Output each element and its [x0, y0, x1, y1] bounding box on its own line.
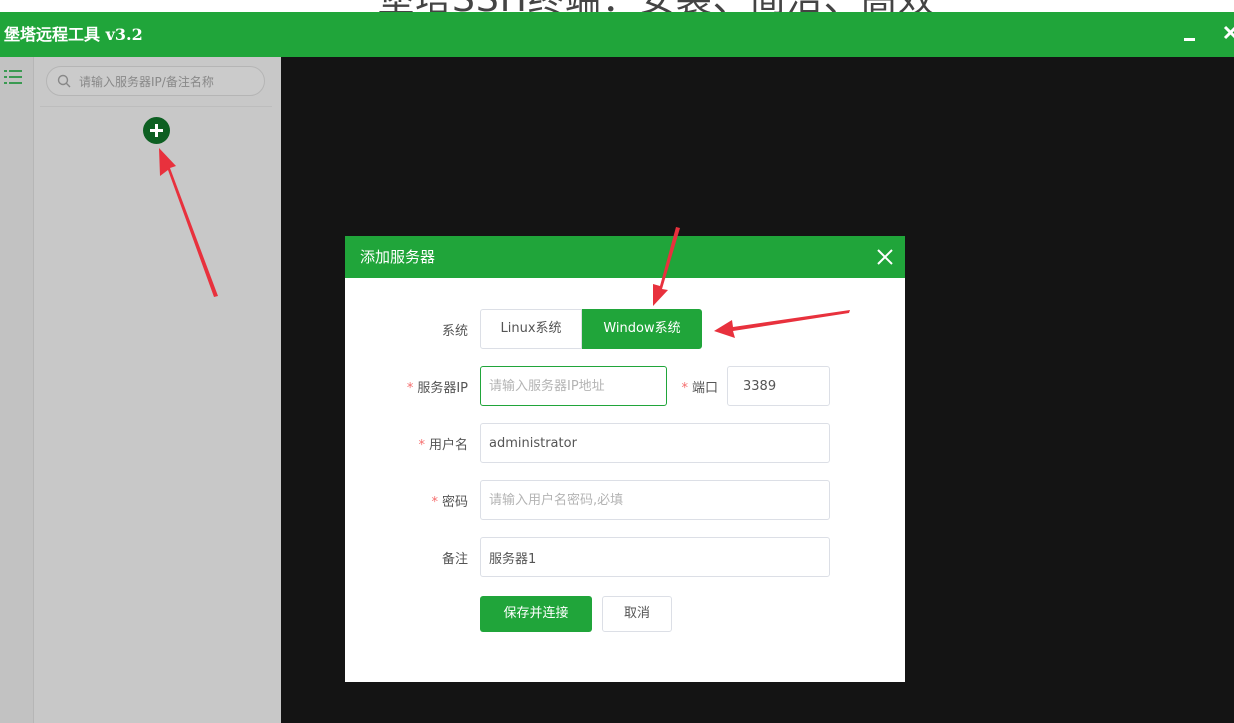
- list-icon[interactable]: [4, 69, 22, 85]
- required-mark: *: [406, 381, 414, 396]
- dialog-title: 添加服务器: [360, 248, 436, 266]
- add-server-dialog: 添加服务器 系统 Linux系统 Window系统 *服务器IP *端口 *用户…: [345, 236, 905, 682]
- required-mark: *: [681, 381, 688, 396]
- minimize-icon: [1184, 38, 1195, 41]
- username-field[interactable]: [480, 423, 830, 463]
- minimize-button[interactable]: [1180, 22, 1200, 46]
- port-field[interactable]: [727, 366, 830, 406]
- server-search[interactable]: [46, 66, 265, 96]
- linux-system-option[interactable]: Linux系统: [480, 309, 582, 349]
- window-close-button[interactable]: [1222, 20, 1234, 46]
- password-field[interactable]: [480, 480, 830, 520]
- add-server-button[interactable]: [143, 117, 170, 144]
- save-connect-button[interactable]: 保存并连接: [480, 596, 592, 632]
- dialog-close-button[interactable]: [875, 247, 895, 267]
- required-mark: *: [431, 495, 438, 510]
- title-bar: 堡塔远程工具 v3.2: [0, 12, 1234, 57]
- username-label: * 用户名: [418, 438, 468, 453]
- windows-system-option[interactable]: Window系统: [582, 309, 702, 349]
- cancel-button[interactable]: 取消: [602, 596, 672, 632]
- password-input[interactable]: [489, 490, 821, 510]
- search-icon: [57, 74, 71, 88]
- required-mark: *: [418, 438, 425, 453]
- server-ip-field[interactable]: [480, 366, 667, 406]
- server-ip-input[interactable]: [489, 376, 658, 396]
- port-label: * 端口: [681, 381, 718, 396]
- app-title: 堡塔远程工具 v3.2: [4, 25, 143, 44]
- remark-field[interactable]: [480, 537, 830, 577]
- remark-input[interactable]: [489, 547, 821, 567]
- dialog-header: 添加服务器: [345, 236, 905, 278]
- icon-strip: [0, 57, 34, 723]
- system-label: 系统: [441, 324, 468, 339]
- server-sidebar: [0, 57, 281, 723]
- close-icon: [877, 249, 893, 265]
- remark-label: 备注: [441, 552, 468, 567]
- close-icon: [1223, 25, 1234, 40]
- banner-text: 堡塔SSH终端：安装、简洁、高效: [378, 0, 978, 12]
- port-input[interactable]: [743, 376, 828, 396]
- search-input[interactable]: [77, 70, 261, 94]
- server-ip-label: * 服务器IP: [406, 381, 468, 396]
- username-input[interactable]: [489, 433, 821, 453]
- divider: [40, 106, 272, 107]
- password-label: * 密码: [431, 495, 468, 510]
